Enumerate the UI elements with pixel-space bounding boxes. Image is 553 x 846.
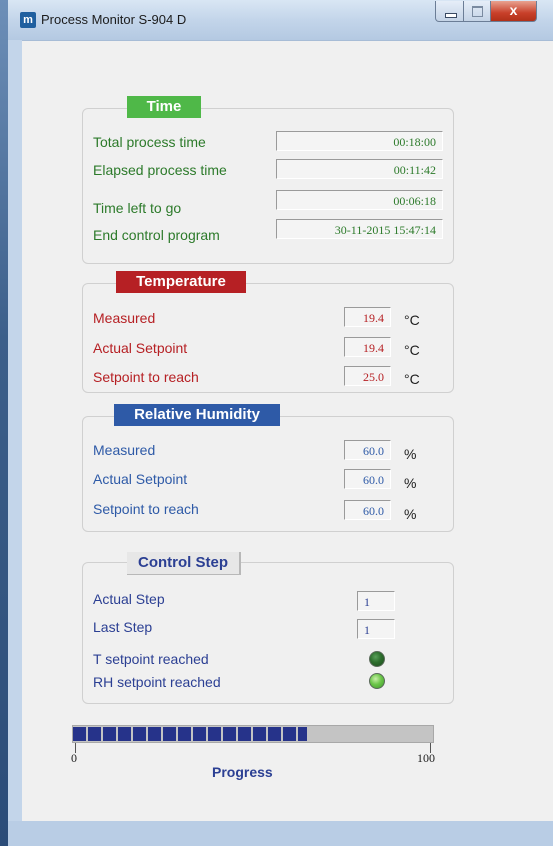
temp-measured-field: 19.4 — [344, 307, 391, 327]
t-setpoint-reached-led-icon — [369, 651, 385, 667]
last-step-label: Last Step — [93, 619, 153, 635]
total-process-time-field: 00:18:00 — [276, 131, 443, 151]
temp-measured-label: Measured — [93, 310, 156, 326]
rh-setpoint-to-reach-label: Setpoint to reach — [93, 501, 199, 517]
last-step-field: 1 — [357, 619, 395, 639]
humidity-legend: Relative Humidity — [114, 404, 280, 426]
process-monitor-window: m Process Monitor S-904 D x Time Total p… — [0, 0, 553, 846]
progress-max-label: 100 — [417, 751, 435, 765]
progress-bar — [72, 725, 434, 743]
actual-step-field: 1 — [357, 591, 395, 611]
actual-step-label: Actual Step — [93, 591, 165, 607]
temp-setpoint-to-reach-label: Setpoint to reach — [93, 369, 199, 385]
rh-measured-unit: % — [404, 446, 417, 462]
temp-setpoint-to-reach-unit: °C — [404, 371, 420, 387]
window-title: Process Monitor S-904 D — [41, 12, 187, 27]
rh-measured-field: 60.0 — [344, 440, 391, 460]
title-bar[interactable]: m Process Monitor S-904 D x — [8, 0, 553, 41]
rh-setpoint-to-reach-field: 60.0 — [344, 500, 391, 520]
temp-actual-setpoint-field: 19.4 — [344, 337, 391, 357]
window-frame-bottom — [8, 821, 553, 846]
rh-actual-setpoint-field: 60.0 — [344, 469, 391, 489]
rh-setpoint-reached-label: RH setpoint reached — [93, 674, 221, 690]
end-control-program-field: 30-11-2015 15:47:14 — [276, 219, 443, 239]
window-frame-left — [8, 40, 22, 821]
temp-setpoint-to-reach-field: 25.0 — [344, 366, 391, 386]
rh-actual-setpoint-unit: % — [404, 475, 417, 491]
app-logo-icon: m — [20, 12, 36, 28]
desktop-edge — [0, 0, 8, 846]
temp-measured-unit: °C — [404, 312, 420, 328]
time-left-label: Time left to go — [93, 200, 182, 216]
rh-setpoint-reached-led-icon — [369, 673, 385, 689]
temp-actual-setpoint-unit: °C — [404, 342, 420, 358]
t-setpoint-reached-label: T setpoint reached — [93, 651, 209, 667]
elapsed-process-time-label: Elapsed process time — [93, 162, 227, 178]
progress-label: Progress — [212, 764, 273, 780]
progress-min-label: 0 — [71, 751, 77, 765]
time-legend: Time — [127, 96, 201, 118]
progress-fill — [73, 727, 307, 741]
close-button[interactable]: x — [490, 1, 537, 22]
temperature-legend: Temperature — [116, 271, 246, 293]
rh-setpoint-to-reach-unit: % — [404, 506, 417, 522]
minimize-button[interactable] — [435, 1, 465, 22]
rh-actual-setpoint-label: Actual Setpoint — [93, 471, 188, 487]
temp-actual-setpoint-label: Actual Setpoint — [93, 340, 188, 356]
maximize-button[interactable] — [463, 1, 492, 22]
close-icon: x — [509, 2, 518, 18]
elapsed-process-time-field: 00:11:42 — [276, 159, 443, 179]
time-left-field: 00:06:18 — [276, 190, 443, 210]
end-control-program-label: End control program — [93, 227, 220, 243]
total-process-time-label: Total process time — [93, 134, 206, 150]
control-step-legend: Control Step — [127, 552, 241, 575]
rh-measured-label: Measured — [93, 442, 156, 458]
